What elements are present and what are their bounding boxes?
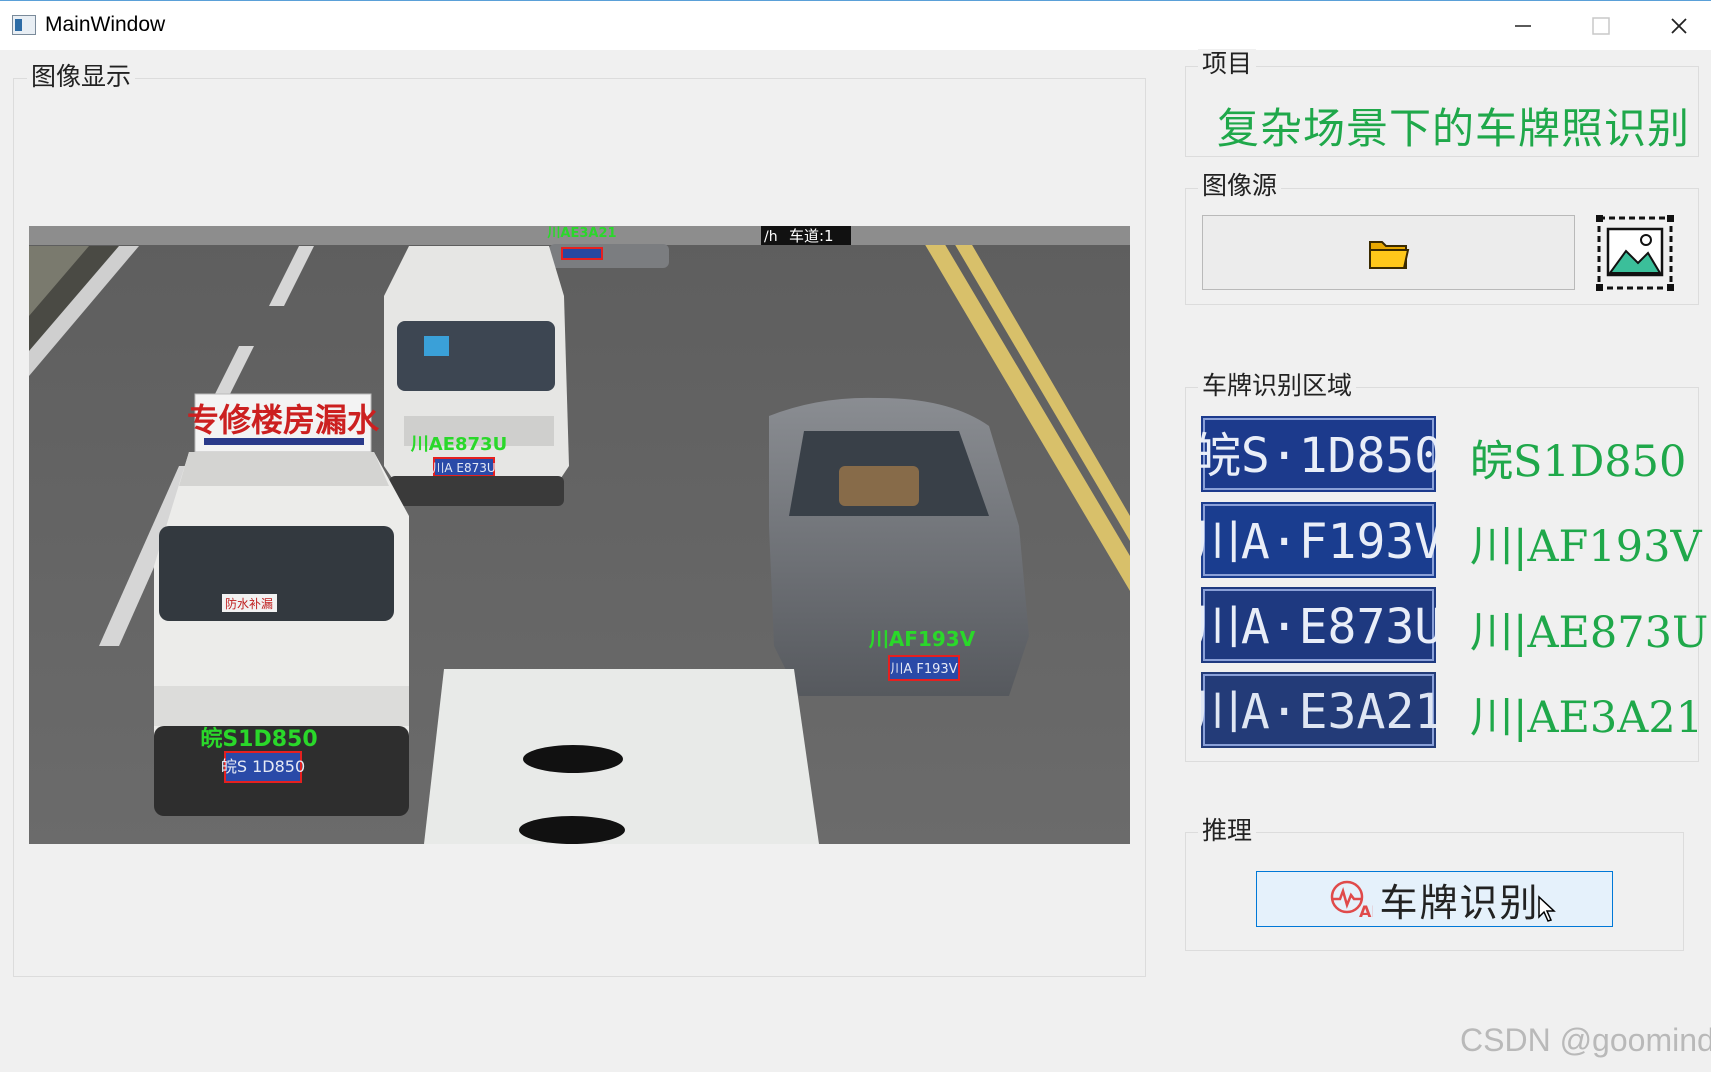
plate-crop-text-1: 皖S·1D850 — [1201, 428, 1436, 484]
maximize-icon — [1592, 17, 1610, 35]
plate-right-small: 川A F193V — [890, 662, 957, 677]
recognize-plate-label: 车牌识别 — [1379, 880, 1540, 925]
maximize-button[interactable] — [1566, 7, 1636, 45]
close-icon — [1671, 18, 1687, 34]
project-label: 项目 — [1198, 49, 1257, 79]
project-title: 复杂场景下的车牌照识别 — [1217, 104, 1691, 153]
plate-recognition-label: 车牌识别区域 — [1198, 371, 1357, 401]
plate-crop-2: 川A·F193V — [1201, 502, 1436, 578]
van-window-sign: 防水补漏 — [225, 596, 273, 611]
plate-crop-text-2: 川A·F193V — [1201, 514, 1436, 570]
open-folder-button[interactable] — [1202, 215, 1575, 290]
traffic-image: /h 车道:1 川AE3A21 川A E873U 川AE873U 专修楼房漏水 … — [29, 226, 1130, 844]
recognize-plate-button[interactable]: AI 车牌识别 — [1256, 871, 1613, 927]
plate-left-small: 皖S 1D850 — [221, 757, 305, 776]
mouse-cursor-icon — [1538, 895, 1556, 922]
plate-result-4: 川|AE3A21 — [1470, 693, 1704, 743]
plate-crop-text-4: 川A·E3A21 — [1201, 684, 1436, 740]
minimize-button[interactable] — [1488, 7, 1558, 45]
overlay-plate-mid: 川AE873U — [410, 434, 507, 455]
image-display-label: 图像显示 — [27, 62, 136, 92]
window-title: MainWindow — [45, 13, 166, 36]
close-button[interactable] — [1644, 7, 1711, 45]
traffic-scene: /h 车道:1 川AE3A21 川A E873U 川AE873U 专修楼房漏水 … — [29, 226, 1130, 844]
roof-sign-text: 专修楼房漏水 — [187, 401, 380, 439]
overlay-plate-right: 川AF193V — [868, 627, 976, 651]
banner-prefix: /h — [764, 229, 778, 245]
overlay-plate-far: 川AE3A21 — [546, 226, 616, 241]
banner-lane-text: 车道:1 — [789, 227, 834, 245]
plate-crop-1: 皖S·1D850 — [1201, 416, 1436, 492]
ai-pulse-icon: AI — [1331, 880, 1373, 919]
plate-crop-3: 川A·E873U — [1201, 587, 1436, 663]
folder-icon — [1368, 240, 1409, 269]
watermark: CSDN @goomind — [1460, 1022, 1711, 1058]
image-source-label: 图像源 — [1198, 171, 1282, 201]
image-icon — [1596, 215, 1674, 291]
svg-text:AI: AI — [1359, 902, 1373, 919]
overlay-plate-left: 皖S1D850 — [200, 726, 317, 752]
plate-result-3: 川|AE873U — [1470, 608, 1709, 658]
plate-crop-4: 川A·E3A21 — [1201, 672, 1436, 748]
plate-crop-text-3: 川A·E873U — [1201, 599, 1436, 655]
minimize-icon — [1515, 25, 1531, 27]
plate-mid-small: 川A E873U — [432, 461, 495, 475]
inference-label: 推理 — [1198, 816, 1257, 846]
image-picture-button[interactable] — [1596, 215, 1674, 291]
plate-result-2: 川|AF193V — [1470, 522, 1702, 572]
plate-result-1: 皖S1D850 — [1470, 437, 1687, 487]
app-icon — [12, 15, 36, 35]
title-bar: MainWindow — [0, 0, 1711, 50]
